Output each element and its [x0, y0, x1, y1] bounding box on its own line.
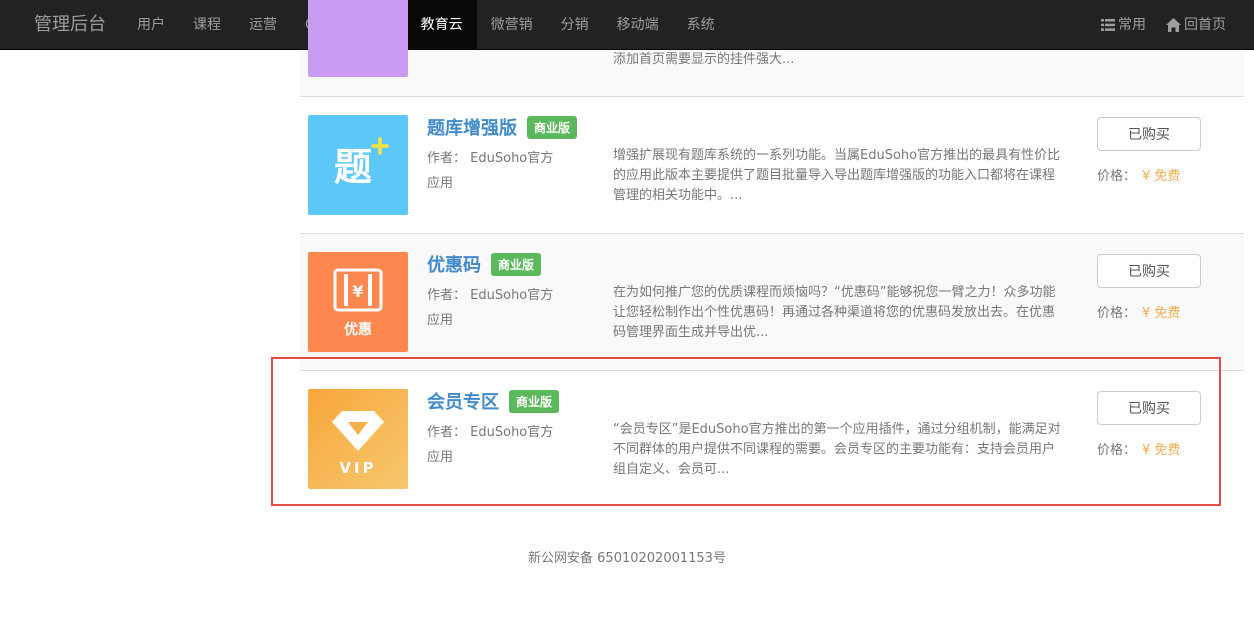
price-value: ¥ 免费 — [1142, 443, 1181, 458]
nav-item-home[interactable]: 回首页 — [1156, 0, 1236, 50]
home-icon — [1166, 18, 1181, 32]
brand-title[interactable]: 管理后台 — [34, 0, 106, 50]
coupon-icon: ¥ 优惠 — [308, 252, 408, 352]
app-row: ¥ 优惠 优惠码 商业版 作者： EduSoho官方 应用 在为如何推广您的优质… — [300, 234, 1244, 371]
app-list: 添加首页需要显示的挂件强大... 题 题库增强版 商业版 作者： EduSoho… — [300, 0, 1244, 508]
purchased-button[interactable]: 已购买 — [1097, 254, 1201, 288]
app-description: 增强扩展现有题库系统的一系列功能。当属EduSoho官方推出的最具有性价比的应用… — [613, 148, 1061, 203]
app-name-link[interactable]: 会员专区 — [427, 388, 499, 414]
author-suffix: 应用 — [427, 313, 454, 328]
svg-text:¥: ¥ — [352, 282, 363, 301]
author-name: EduSoho官方 — [470, 425, 554, 440]
price-label: 价格： — [1097, 306, 1137, 321]
purchased-button[interactable]: 已购买 — [1097, 117, 1201, 151]
author-name: EduSoho官方 — [470, 151, 554, 166]
edition-badge: 商业版 — [527, 115, 578, 139]
app-name-link[interactable]: 题库增强版 — [427, 114, 517, 140]
nav-item-system[interactable]: 系统 — [673, 0, 729, 50]
nav-item-mobile[interactable]: 移动端 — [603, 0, 673, 50]
app-title: 会员专区 商业版 — [427, 388, 560, 414]
nav-item-micro-marketing[interactable]: 微营销 — [477, 0, 547, 50]
question-bank-icon-text: 题 — [334, 145, 372, 189]
nav-item-users[interactable]: 用户 — [123, 0, 179, 50]
author-label: 作者： — [427, 425, 467, 440]
footer-icp[interactable]: 新公网安备 65010202001153号 — [0, 547, 1254, 566]
app-name-link[interactable]: 优惠码 — [427, 251, 481, 277]
edition-badge: 商业版 — [491, 252, 542, 276]
app-author: 作者： EduSoho官方 应用 — [427, 283, 577, 333]
price-value: ¥ 免费 — [1142, 306, 1181, 321]
nav-item-distribution[interactable]: 分销 — [547, 0, 603, 50]
nav-home-label: 回首页 — [1184, 17, 1226, 33]
vip-icon-text: VIP — [339, 459, 376, 477]
app-description: 在为如何推广您的优质课程而烦恼吗？“优惠码”能够祝您一臂之力！众多功能让您轻松制… — [613, 285, 1056, 340]
author-name: EduSoho官方 — [470, 288, 554, 303]
price-label: 价格： — [1097, 443, 1137, 458]
author-label: 作者： — [427, 288, 467, 303]
main-nav: 用户 课程 运营 CRM 交易 教育云 微营销 分销 移动端 系统 — [123, 0, 729, 50]
app-description: “会员专区”是EduSoho官方推出的第一个应用插件，通过分组机制，能满足对不同… — [613, 422, 1061, 477]
app-title: 题库增强版 商业版 — [427, 114, 578, 140]
top-navbar: 管理后台 用户 课程 运营 CRM 交易 教育云 微营销 分销 移动端 系统 常… — [0, 0, 1254, 50]
app-row: 题 题库增强版 商业版 作者： EduSoho官方 应用 增强扩展现有题库系统的… — [300, 97, 1244, 234]
app-price: 价格： ¥ 免费 — [1097, 302, 1180, 321]
app-author: 作者： EduSoho官方 应用 — [427, 420, 577, 470]
coupon-icon-text: 优惠 — [344, 321, 372, 338]
nav-item-favorites[interactable]: 常用 — [1091, 0, 1156, 50]
partial-app-icon — [308, 0, 408, 77]
nav-item-edu-cloud[interactable]: 教育云 — [406, 0, 477, 50]
edition-badge: 商业版 — [509, 389, 560, 413]
nav-item-operations[interactable]: 运营 — [235, 0, 291, 50]
price-label: 价格： — [1097, 169, 1137, 184]
app-row: 添加首页需要显示的挂件强大... — [300, 0, 1244, 97]
app-price: 价格： ¥ 免费 — [1097, 439, 1180, 458]
author-suffix: 应用 — [427, 176, 454, 191]
nav-favorites-label: 常用 — [1118, 17, 1146, 33]
app-row: VIP 会员专区 商业版 作者： EduSoho官方 应用 “会员专区”是Edu… — [300, 371, 1244, 508]
app-description: 添加首页需要显示的挂件强大... — [613, 52, 795, 67]
question-bank-icon: 题 — [308, 115, 408, 215]
app-price: 价格： ¥ 免费 — [1097, 165, 1180, 184]
vip-icon: VIP — [308, 389, 408, 489]
author-suffix: 应用 — [427, 450, 454, 465]
author-label: 作者： — [427, 151, 467, 166]
list-icon — [1101, 19, 1115, 31]
nav-item-courses[interactable]: 课程 — [179, 0, 235, 50]
nav-right: 常用 回首页 — [1091, 0, 1236, 50]
app-author: 作者： EduSoho官方 应用 — [427, 146, 577, 196]
purchased-button[interactable]: 已购买 — [1097, 391, 1201, 425]
app-title: 优惠码 商业版 — [427, 251, 542, 277]
price-value: ¥ 免费 — [1142, 169, 1181, 184]
